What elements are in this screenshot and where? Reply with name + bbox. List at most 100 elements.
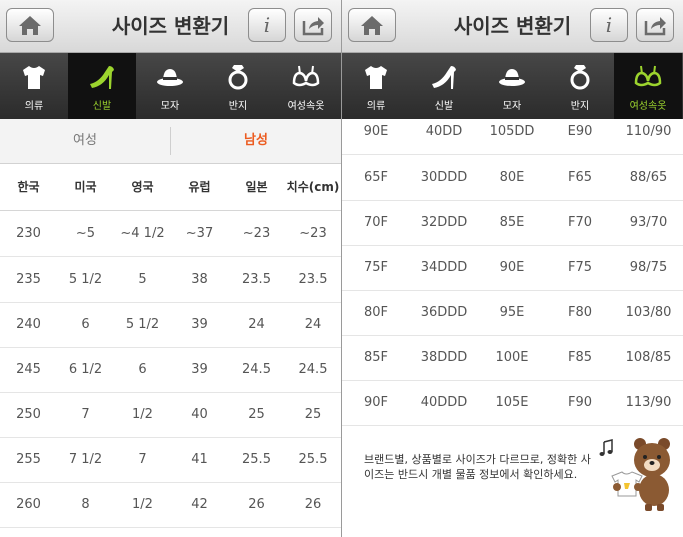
table-cell: 23.5 xyxy=(242,272,271,287)
table-cell: 1/2 xyxy=(132,407,153,422)
table-cell: 6 xyxy=(81,317,90,332)
table-cell: 39 xyxy=(191,362,208,377)
shirt-icon xyxy=(23,66,45,89)
table-cell: 110/90 xyxy=(625,124,672,139)
table-row: 70F 32DDD 85E F70 93/70 xyxy=(342,200,683,246)
table-cell: 108/85 xyxy=(625,350,672,365)
table-row: 75F 34DDD 90E F75 98/75 xyxy=(342,245,683,291)
table-cell: 24.5 xyxy=(298,362,328,377)
column-header: 일본 xyxy=(245,180,268,194)
tab-label: 신발 xyxy=(92,101,112,112)
tab-lingerie[interactable]: 여성속옷 xyxy=(272,53,340,119)
table-cell: 95E xyxy=(499,305,525,320)
table-cell: 7 xyxy=(81,407,90,422)
table-cell: 8 xyxy=(81,497,90,512)
column-header: 치수(cm) xyxy=(286,180,340,194)
table-cell: E90 xyxy=(567,124,593,139)
table-cell: 85F xyxy=(363,350,389,365)
tab-label: 반지 xyxy=(228,101,248,112)
table-row: 80F 36DDD 95E F80 103/80 xyxy=(342,290,683,336)
table-cell: 260 xyxy=(16,497,41,512)
share-icon xyxy=(302,17,324,36)
table-cell: 88/65 xyxy=(629,170,668,185)
hat-icon xyxy=(499,69,525,86)
tab-label: 모자 xyxy=(160,101,180,112)
table-cell: 90E xyxy=(499,260,525,275)
table-row: 85F 38DDD 100E F85 108/85 xyxy=(342,335,683,381)
tab-hats[interactable]: 모자 xyxy=(136,53,204,119)
app-header: 사이즈 변환기 i xyxy=(342,0,683,53)
category-tab-bar: 의류 신발 모자 반지 여성속옷 xyxy=(0,53,341,119)
table-cell: 255 xyxy=(16,452,41,467)
table-cell: ~5 xyxy=(75,226,96,241)
table-cell: 65F xyxy=(363,170,389,185)
tab-rings[interactable]: 반지 xyxy=(204,53,272,119)
app-header: 사이즈 변환기 i xyxy=(0,0,341,53)
table-row: 235 5 1/2 5 38 23.5 23.5 xyxy=(0,257,341,303)
table-cell: 36DDD xyxy=(420,305,468,320)
table-cell: 5 1/2 xyxy=(125,317,160,332)
table-cell: 26 xyxy=(304,497,322,512)
table-cell: 40DDD xyxy=(420,395,468,410)
table-cell: F85 xyxy=(567,350,593,365)
page-title: 사이즈 변환기 xyxy=(111,14,230,38)
bear-mascot-icon xyxy=(599,438,670,511)
table-cell: 41 xyxy=(191,452,208,467)
table-cell: F80 xyxy=(567,305,593,320)
table-cell: 70F xyxy=(363,215,389,230)
gender-selector: 여성 남성 xyxy=(0,119,341,164)
shoe-size-screen: 사이즈 변환기 i 의류 신발 모자 반지 여성속옷 여성 남성 한국 미국 영… xyxy=(0,0,341,537)
table-cell: 38DDD xyxy=(420,350,468,365)
table-cell: 24 xyxy=(304,317,322,332)
home-button[interactable] xyxy=(348,8,396,42)
table-cell: ~4 1/2 xyxy=(120,226,165,241)
info-button[interactable]: i xyxy=(590,8,628,42)
table-row: 260 8 1/2 42 26 26 xyxy=(0,482,341,528)
info-icon: i xyxy=(605,13,613,37)
share-icon xyxy=(644,17,666,36)
table-cell: 80F xyxy=(363,305,389,320)
table-cell: 39 xyxy=(191,317,208,332)
table-cell: 105DD xyxy=(489,124,535,139)
table-cell: 30DDD xyxy=(420,170,468,185)
table-cell: 26 xyxy=(248,497,265,512)
table-cell: 40DD xyxy=(425,124,463,139)
table-cell: 1/2 xyxy=(132,497,153,512)
table-cell: 23.5 xyxy=(298,272,328,287)
gender-tab-female[interactable]: 여성 xyxy=(0,119,170,163)
gender-tab-male[interactable]: 남성 xyxy=(171,119,341,163)
table-cell: 6 1/2 xyxy=(68,362,103,377)
table-cell: 245 xyxy=(16,362,41,377)
table-cell: 42 xyxy=(191,497,208,512)
tab-clothing[interactable]: 의류 xyxy=(0,53,68,119)
table-cell: ~23 xyxy=(242,226,271,241)
tab-shoes[interactable]: 신발 xyxy=(68,53,136,119)
table-cell: 25.5 xyxy=(298,452,328,467)
table-cell: F75 xyxy=(567,260,593,275)
bra-icon xyxy=(292,65,320,87)
share-button[interactable] xyxy=(294,8,332,42)
info-button[interactable]: i xyxy=(248,8,286,42)
table-row: 90E 40DD 105DD E90 110/90 xyxy=(342,109,683,155)
ring-icon xyxy=(570,65,590,90)
table-cell: 90E xyxy=(363,124,389,139)
home-button[interactable] xyxy=(6,8,54,42)
table-row: 255 7 1/2 7 41 25.5 25.5 xyxy=(0,437,341,483)
table-row: 230 ~5 ~4 1/2 ~37 ~23 ~23 xyxy=(0,211,341,257)
table-cell: F70 xyxy=(567,215,593,230)
table-cell: 75F xyxy=(363,260,389,275)
table-cell: 103/80 xyxy=(625,305,672,320)
table-cell: 40 xyxy=(191,407,208,422)
home-icon xyxy=(361,16,383,35)
home-icon xyxy=(19,16,41,35)
table-row: 250 7 1/2 40 25 25 xyxy=(0,392,341,438)
share-button[interactable] xyxy=(636,8,674,42)
table-header: 한국 미국 영국 유럽 일본 치수(cm) xyxy=(0,164,341,211)
size-notice: 브랜드별, 상품별로 사이즈가 다르므로, 정확한 사이즈는 반드시 개별 물품… xyxy=(364,453,591,481)
table-cell: 235 xyxy=(16,272,41,287)
bra-icon xyxy=(634,65,662,87)
table-cell: 113/90 xyxy=(625,395,672,410)
table-cell: 24 xyxy=(248,317,265,332)
ring-icon xyxy=(228,65,248,90)
table-cell: 24.5 xyxy=(242,362,271,377)
